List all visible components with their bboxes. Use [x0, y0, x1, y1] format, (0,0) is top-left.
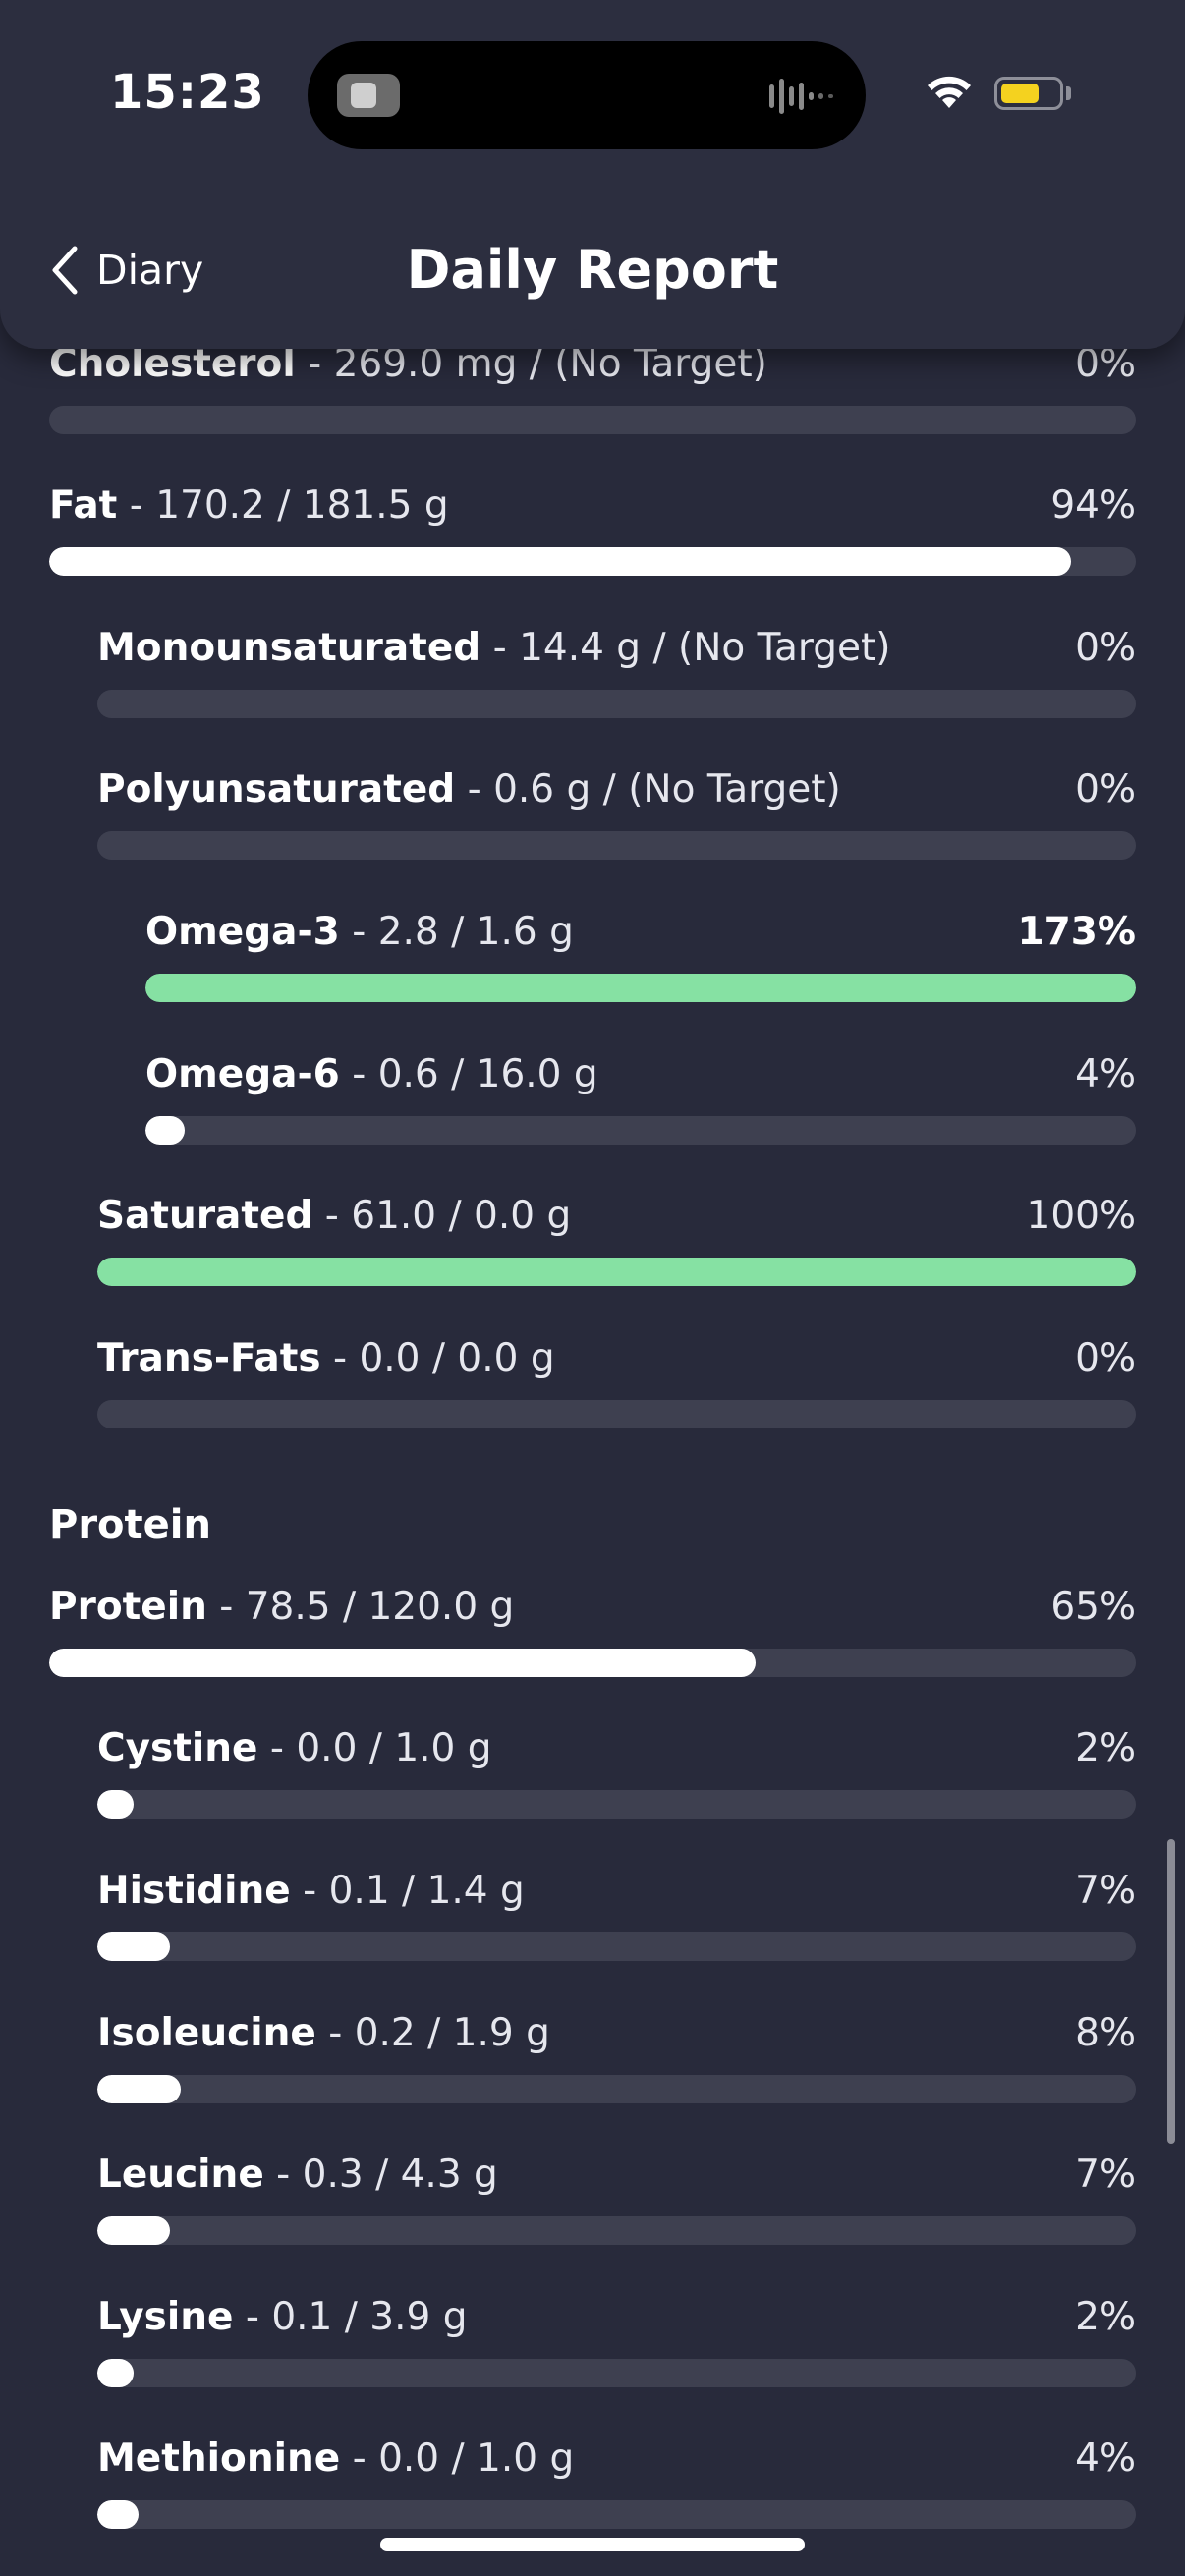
- progress-fill: [97, 1932, 170, 1961]
- nutrient-amount: 61.0 / 0.0 g: [351, 1194, 572, 1238]
- nutrient-name: Saturated: [97, 1194, 313, 1238]
- progress-fill: [49, 1649, 756, 1677]
- nutrient-percent: 94%: [1050, 483, 1136, 528]
- nutrient-row-omega-6: Omega-6 - 0.6 / 16.0 g 4%: [145, 1051, 1136, 1149]
- nutrient-row-trans-fats: Trans-Fats - 0.0 / 0.0 g 0%: [97, 1335, 1136, 1433]
- nutrient-row-histidine: Histidine - 0.1 / 1.4 g 7%: [97, 1868, 1136, 1966]
- home-indicator[interactable]: [380, 2538, 805, 2551]
- nutrient-name: Omega-6: [145, 1052, 340, 1096]
- nutrient-percent: 0%: [1075, 626, 1136, 670]
- progress-track: [145, 1116, 1136, 1145]
- nutrient-amount: 170.2 / 181.5 g: [155, 483, 449, 528]
- progress-fill: [97, 2216, 170, 2245]
- nutrient-amount: 14.4 g / (No Target): [519, 626, 891, 670]
- nutrient-name: Histidine: [97, 1869, 291, 1913]
- progress-track: [97, 2359, 1136, 2387]
- nutrient-percent: 7%: [1075, 2153, 1136, 2197]
- nutrient-amount: 0.0 / 0.0 g: [359, 1336, 555, 1380]
- status-time: 15:23: [110, 65, 265, 120]
- progress-fill: [97, 2359, 134, 2387]
- progress-fill: [49, 547, 1071, 576]
- battery-icon: [994, 77, 1063, 110]
- progress-fill: [97, 2500, 140, 2529]
- nutrient-percent: 4%: [1075, 2436, 1136, 2481]
- nutrient-name: Cystine: [97, 1726, 258, 1770]
- nutrient-row-isoleucine: Isoleucine - 0.2 / 1.9 g 8%: [97, 2010, 1136, 2108]
- dynamic-island[interactable]: [308, 41, 866, 149]
- section-title-protein: Protein: [49, 1502, 211, 1547]
- nutrient-amount: 0.6 g / (No Target): [493, 767, 841, 812]
- nutrient-name: Lysine: [97, 2295, 234, 2339]
- nutrient-percent: 2%: [1075, 1726, 1136, 1770]
- nutrient-row-monounsaturated: Monounsaturated - 14.4 g / (No Target) 0…: [97, 625, 1136, 723]
- progress-track: [97, 1790, 1136, 1819]
- progress-track: [97, 2075, 1136, 2103]
- battery-level: [1001, 84, 1039, 103]
- nutrient-amount: 0.1 / 3.9 g: [271, 2295, 468, 2339]
- nutrient-row-cholesterol: Cholesterol - 269.0 mg / (No Target) 0%: [49, 341, 1136, 439]
- nutrient-amount: 0.1 / 1.4 g: [328, 1869, 525, 1913]
- nutrient-name: Methionine: [97, 2436, 341, 2481]
- nutrient-row-fat: Fat - 170.2 / 181.5 g 94%: [49, 482, 1136, 581]
- nutrient-amount: 0.0 / 1.0 g: [378, 2436, 575, 2481]
- nutrient-percent: 4%: [1075, 1052, 1136, 1096]
- progress-track: [97, 1932, 1136, 1961]
- nutrient-name: Omega-3: [145, 910, 340, 954]
- nutrient-name: Monounsaturated: [97, 626, 481, 670]
- progress-track: [97, 1258, 1136, 1286]
- nutrient-percent: 0%: [1075, 767, 1136, 812]
- nutrient-percent: 2%: [1075, 2295, 1136, 2339]
- nutrient-amount: 0.2 / 1.9 g: [354, 2011, 550, 2055]
- nutrient-amount: 78.5 / 120.0 g: [245, 1585, 515, 1629]
- page-title: Daily Report: [406, 239, 779, 301]
- progress-track: [49, 1649, 1136, 1677]
- nutrient-row-leucine: Leucine - 0.3 / 4.3 g 7%: [97, 2152, 1136, 2250]
- nutrient-percent: 173%: [1017, 910, 1137, 954]
- progress-fill: [97, 2075, 181, 2103]
- nutrient-row-cystine: Cystine - 0.0 / 1.0 g 2%: [97, 1725, 1136, 1823]
- nutrient-name: Leucine: [97, 2153, 264, 2197]
- nutrient-list[interactable]: Cholesterol - 269.0 mg / (No Target) 0% …: [0, 0, 1185, 2576]
- nutrient-amount: 2.8 / 1.6 g: [377, 910, 574, 954]
- nutrient-percent: 7%: [1075, 1869, 1136, 1913]
- nutrient-name: Isoleucine: [97, 2011, 316, 2055]
- nutrient-name: Trans-Fats: [97, 1336, 321, 1380]
- progress-track: [49, 547, 1136, 576]
- progress-fill: [97, 1258, 1136, 1286]
- nutrient-amount: 0.3 / 4.3 g: [302, 2153, 498, 2197]
- now-playing-thumbnail: [337, 74, 400, 117]
- nutrient-row-polyunsaturated: Polyunsaturated - 0.6 g / (No Target) 0%: [97, 766, 1136, 865]
- progress-fill: [97, 1790, 134, 1819]
- nutrient-percent: 8%: [1075, 2011, 1136, 2055]
- nutrient-amount: 0.6 / 16.0 g: [377, 1052, 598, 1096]
- nutrient-name: Protein: [49, 1585, 207, 1629]
- nutrient-row-omega-3: Omega-3 - 2.8 / 1.6 g 173%: [145, 909, 1136, 1007]
- nutrient-percent: 100%: [1026, 1194, 1137, 1238]
- progress-track: [97, 690, 1136, 718]
- nutrient-name: Fat: [49, 483, 118, 528]
- progress-track: [97, 831, 1136, 860]
- progress-track: [97, 2500, 1136, 2529]
- progress-fill: [145, 1116, 186, 1145]
- battery-tip: [1066, 86, 1071, 100]
- progress-track: [49, 406, 1136, 434]
- nutrient-name: Polyunsaturated: [97, 767, 456, 812]
- progress-track: [97, 2216, 1136, 2245]
- progress-track: [145, 974, 1136, 1002]
- nutrient-row-methionine: Methionine - 0.0 / 1.0 g 4%: [97, 2436, 1136, 2534]
- nutrient-row-lysine: Lysine - 0.1 / 3.9 g 2%: [97, 2294, 1136, 2392]
- progress-track: [97, 1400, 1136, 1428]
- nutrient-percent: 65%: [1050, 1585, 1136, 1629]
- wifi-icon: [928, 76, 971, 108]
- nutrient-row-protein: Protein - 78.5 / 120.0 g 65%: [49, 1584, 1136, 1682]
- progress-fill: [145, 974, 1136, 1002]
- navigation-header: 15:23 Diary Daily Report: [0, 0, 1185, 349]
- nutrient-percent: 0%: [1075, 1336, 1136, 1380]
- nutrient-row-saturated: Saturated - 61.0 / 0.0 g 100%: [97, 1193, 1136, 1291]
- screen: Cholesterol - 269.0 mg / (No Target) 0% …: [0, 0, 1185, 2576]
- nutrient-amount: 0.0 / 1.0 g: [296, 1726, 492, 1770]
- scroll-indicator[interactable]: [1167, 1839, 1175, 2144]
- audio-waveform-icon: [769, 79, 833, 114]
